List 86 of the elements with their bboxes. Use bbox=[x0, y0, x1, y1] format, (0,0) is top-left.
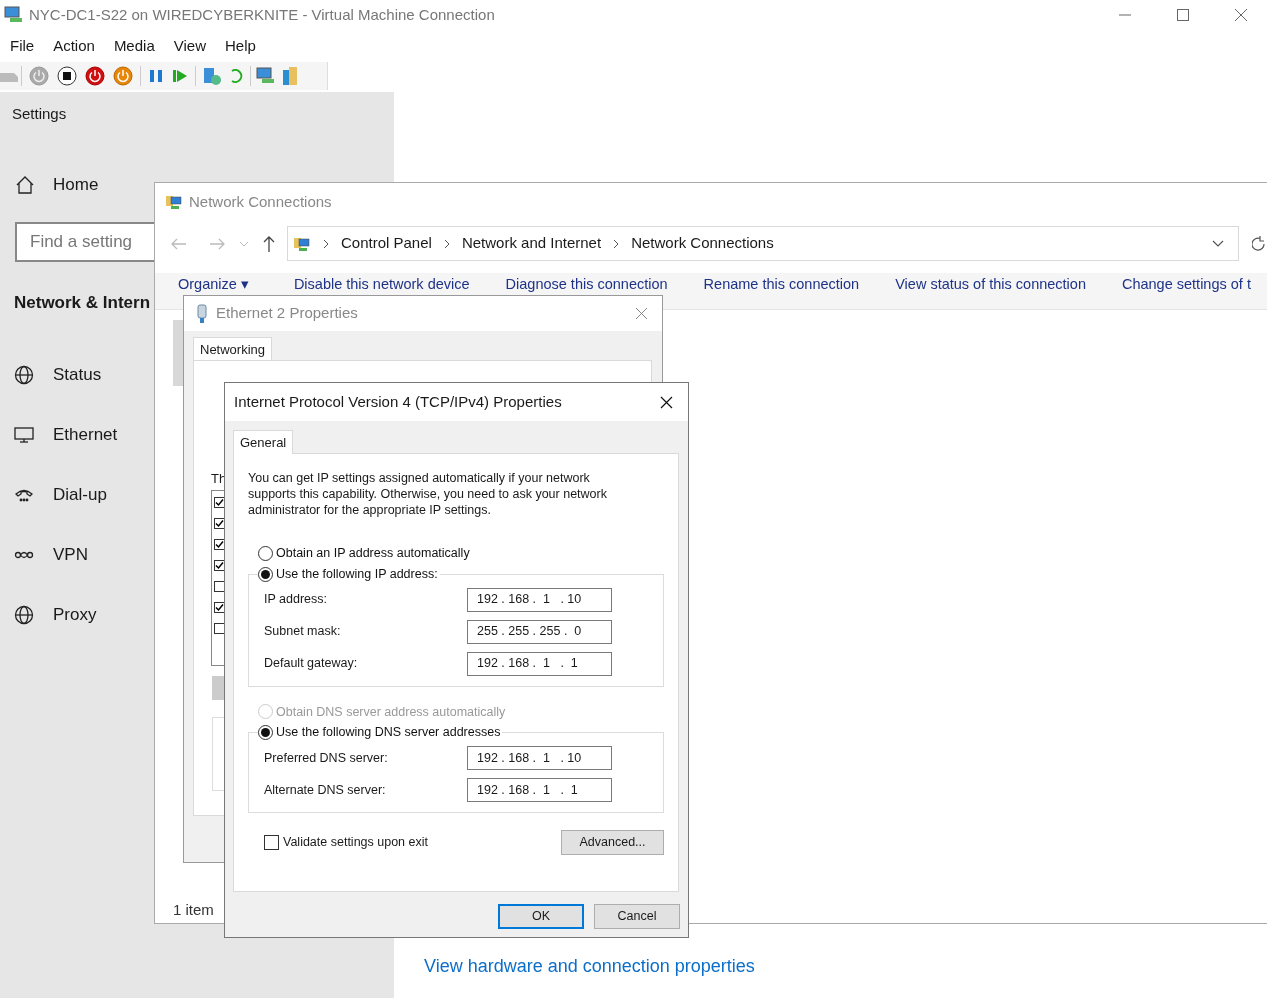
pane-title: Settings bbox=[12, 104, 67, 124]
stop-icon[interactable] bbox=[57, 66, 77, 86]
chevron-right-icon bbox=[443, 238, 450, 249]
check-icon bbox=[215, 603, 224, 612]
radio-button[interactable] bbox=[258, 545, 273, 561]
field-label: Subnet mask: bbox=[264, 623, 342, 641]
menu-item[interactable]: Action bbox=[53, 34, 95, 58]
menu-item[interactable]: Media bbox=[113, 34, 155, 58]
ip-address-field[interactable]: 192 . 168 . 1 . 10 bbox=[467, 746, 612, 770]
tab[interactable]: General bbox=[233, 430, 294, 454]
up-arrow-icon[interactable] bbox=[263, 235, 275, 252]
status-bar-text: 1 item bbox=[173, 900, 214, 920]
command-button[interactable]: Rename this connection bbox=[703, 276, 860, 293]
advanced-button[interactable]: Advanced... bbox=[561, 830, 664, 855]
nav-item[interactable]: Status bbox=[14, 362, 102, 388]
breadcrumb-item[interactable]: Control Panel bbox=[341, 232, 432, 255]
section-heading: Network & Intern bbox=[14, 292, 151, 314]
command-button[interactable]: Diagnose this connection bbox=[505, 276, 668, 293]
description-text: You can get IP settings assigned automatically if your network supports this capability. Otherwise, you need to ask your network administrator for the appropriate IP settings. bbox=[248, 470, 608, 518]
field-label: IP address: bbox=[264, 591, 328, 609]
menu-item[interactable]: Help bbox=[225, 34, 256, 58]
field-label: Default gateway: bbox=[264, 655, 359, 673]
dialog-title: Ethernet 2 Properties bbox=[216, 303, 358, 324]
check-icon bbox=[215, 498, 224, 507]
ip-address-field[interactable]: 255 . 255 . 255 . 0 bbox=[467, 619, 612, 644]
check-icon bbox=[215, 540, 224, 549]
refresh-icon[interactable] bbox=[1252, 235, 1266, 252]
breadcrumb-item[interactable]: Network Connections bbox=[631, 232, 774, 255]
monitor-icon bbox=[14, 424, 34, 445]
menu-item[interactable]: View bbox=[173, 34, 206, 58]
menu-item[interactable]: File bbox=[10, 34, 35, 58]
nav-item[interactable]: VPN bbox=[14, 542, 88, 568]
window-title: NYC-DC1-S22 on WIREDCYBERKNITE - Virtual Machine Connection bbox=[29, 4, 495, 25]
nav-item[interactable]: Dial-up bbox=[14, 482, 107, 508]
cancel-button[interactable]: Cancel bbox=[594, 904, 680, 929]
control-panel-icon bbox=[165, 194, 183, 210]
field-label: Preferred DNS server: bbox=[264, 749, 389, 767]
check-icon bbox=[215, 519, 224, 528]
power-icon[interactable] bbox=[85, 66, 105, 86]
control-panel-icon bbox=[293, 235, 311, 252]
search-field[interactable]: Find a setting bbox=[15, 222, 154, 262]
tab[interactable]: Networking bbox=[193, 337, 273, 361]
globe-icon bbox=[14, 364, 34, 385]
radio-label: Obtain an IP address automatically bbox=[276, 545, 470, 562]
check-icon bbox=[215, 561, 224, 570]
archive-icon[interactable] bbox=[281, 66, 299, 86]
window-title: Network Connections bbox=[189, 191, 332, 212]
nav-item[interactable]: Home bbox=[15, 172, 99, 198]
pause-icon[interactable] bbox=[148, 68, 164, 84]
properties-link[interactable]: View hardware and connection properties bbox=[424, 953, 755, 980]
command-button[interactable]: Change settings of t bbox=[1121, 276, 1251, 293]
ethernet-port-icon bbox=[196, 303, 208, 324]
checkbox[interactable] bbox=[264, 835, 279, 850]
checkbox[interactable] bbox=[214, 581, 225, 592]
radio-label: Use the following IP address: bbox=[276, 565, 438, 583]
field-label: Alternate DNS server: bbox=[264, 781, 387, 799]
chevron-right-icon bbox=[323, 238, 329, 249]
chevron-down-icon[interactable] bbox=[1212, 240, 1224, 247]
ip-address-field[interactable]: 192 . 168 . 1 . 1 bbox=[467, 651, 612, 676]
play-icon[interactable] bbox=[172, 68, 188, 84]
command-button[interactable]: View status of this connection bbox=[895, 276, 1086, 293]
radio-label: Obtain DNS server address automatically bbox=[276, 703, 506, 721]
radio-button[interactable] bbox=[258, 566, 273, 582]
command-button[interactable]: Organize ▾ bbox=[178, 276, 249, 293]
close-icon[interactable] bbox=[660, 395, 673, 409]
nav-item[interactable]: Ethernet bbox=[14, 422, 118, 448]
network-monitor-icon[interactable] bbox=[256, 67, 276, 85]
network-monitor-icon bbox=[4, 6, 24, 24]
power-icon[interactable] bbox=[113, 66, 133, 86]
address-bar[interactable]: Control Panel Network and Internet Network Connections bbox=[287, 226, 1239, 261]
ok-button[interactable]: OK bbox=[498, 904, 584, 929]
checkbox-label: Validate settings upon exit bbox=[283, 834, 428, 852]
ip-address-field[interactable]: 192 . 168 . 1 . 10 bbox=[467, 587, 612, 612]
checkbox[interactable] bbox=[214, 623, 225, 634]
dialog-title: Internet Protocol Version 4 (TCP/IPv4) Properties bbox=[234, 391, 562, 412]
home-icon bbox=[15, 174, 35, 195]
radio-label: Use the following DNS server addresses bbox=[276, 724, 501, 742]
radio-button[interactable] bbox=[258, 725, 273, 741]
ip-address-field[interactable]: 192 . 168 . 1 . 1 bbox=[467, 778, 612, 802]
maximize-icon[interactable] bbox=[1176, 8, 1190, 22]
command-button[interactable]: Disable this network device bbox=[293, 276, 470, 293]
breadcrumb-item[interactable]: Network and Internet bbox=[461, 232, 602, 255]
chevron-right-icon bbox=[613, 238, 620, 249]
globe-icon bbox=[14, 604, 34, 625]
server-icon[interactable] bbox=[202, 66, 222, 86]
nav-item[interactable]: Proxy bbox=[14, 602, 97, 628]
